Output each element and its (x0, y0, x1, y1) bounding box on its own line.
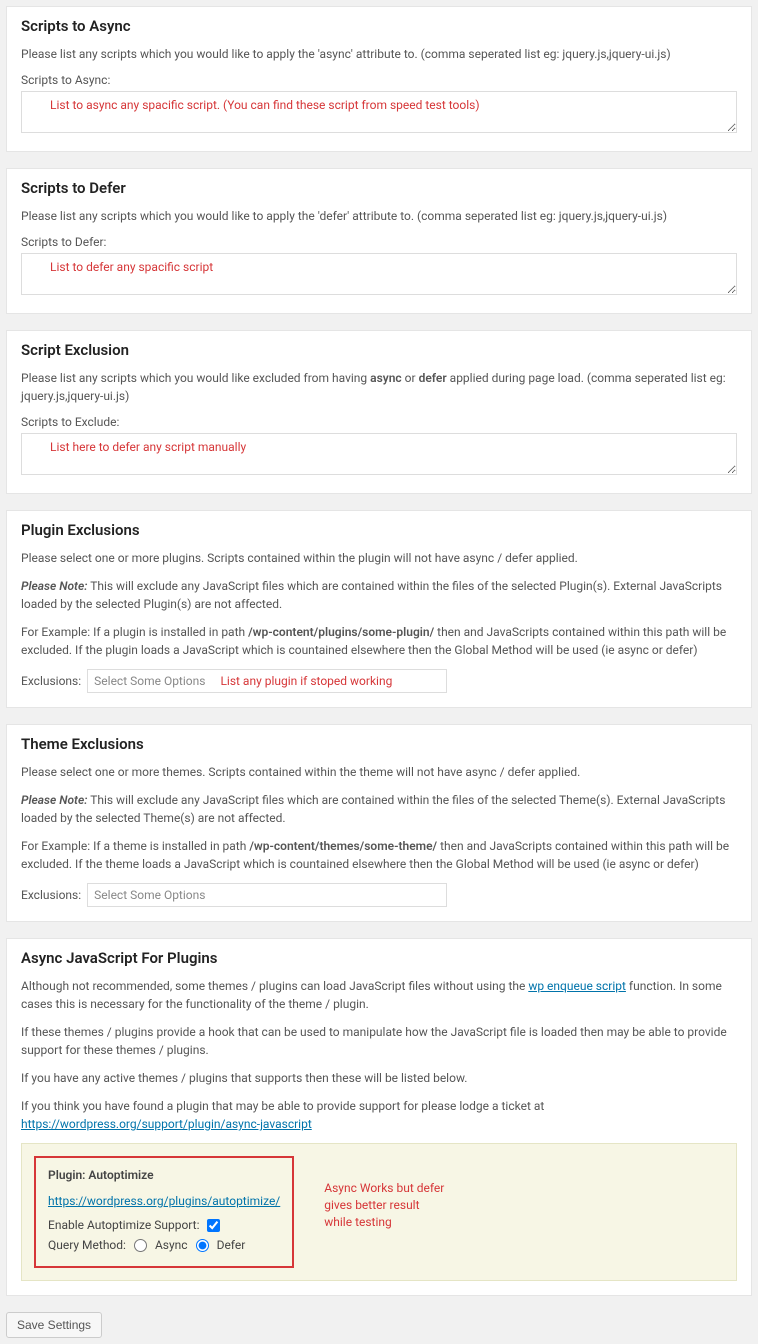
plugin-url-link[interactable]: https://wordpress.org/plugins/autoptimiz… (48, 1194, 280, 1208)
query-method-defer-label: Defer (217, 1238, 246, 1252)
plugin-name: Plugin: Autoptimize (48, 1166, 280, 1184)
theme-exclusions-title: Theme Exclusions (21, 735, 737, 753)
theme-exclusions-note: Please Note: This will exclude any JavaS… (21, 791, 737, 827)
plugin-exclusions-panel: Plugin Exclusions Please select one or m… (6, 510, 752, 708)
plugin-exclusions-example: For Example: If a plugin is installed in… (21, 623, 737, 659)
theme-exclusions-desc: Please select one or more themes. Script… (21, 763, 737, 781)
async-js-p2: If these themes / plugins provide a hook… (21, 1023, 737, 1059)
async-js-plugins-panel: Async JavaScript For Plugins Although no… (6, 938, 752, 1296)
query-method-async-label: Async (155, 1238, 188, 1252)
plugin-exclusions-label: Exclusions: (21, 674, 81, 688)
scripts-to-defer-panel: Scripts to Defer Please list any scripts… (6, 168, 752, 314)
plugin-autoptimize-inner: Plugin: Autoptimize https://wordpress.or… (34, 1156, 294, 1268)
query-method-defer-radio[interactable] (196, 1239, 209, 1252)
enable-support-label: Enable Autoptimize Support: (48, 1218, 199, 1232)
scripts-to-async-panel: Scripts to Async Please list any scripts… (6, 6, 752, 152)
async-js-p1: Although not recommended, some themes / … (21, 977, 737, 1013)
support-link[interactable]: https://wordpress.org/support/plugin/asy… (21, 1117, 312, 1131)
plugin-exclusions-desc: Please select one or more plugins. Scrip… (21, 549, 737, 567)
scripts-async-label: Scripts to Async: (21, 73, 737, 87)
plugin-exclusions-title: Plugin Exclusions (21, 521, 737, 539)
theme-exclusions-panel: Theme Exclusions Please select one or mo… (6, 724, 752, 922)
scripts-defer-desc: Please list any scripts which you would … (21, 207, 737, 225)
plugin-autoptimize-box: Plugin: Autoptimize https://wordpress.or… (21, 1143, 737, 1281)
query-method-row: Query Method: Async Defer (48, 1238, 280, 1252)
script-exclusion-panel: Script Exclusion Please list any scripts… (6, 330, 752, 494)
scripts-defer-textarea[interactable]: List to defer any spacific script (21, 253, 737, 295)
plugin-exclusions-note: Please Note: This will exclude any JavaS… (21, 577, 737, 613)
scripts-defer-label: Scripts to Defer: (21, 235, 737, 249)
async-js-plugins-title: Async JavaScript For Plugins (21, 949, 737, 967)
async-js-p4: If you think you have found a plugin tha… (21, 1097, 737, 1133)
query-method-label: Query Method: (48, 1238, 126, 1252)
scripts-async-textarea[interactable]: List to async any spacific script. (You … (21, 91, 737, 133)
theme-exclusions-label: Exclusions: (21, 888, 81, 902)
script-exclusion-desc: Please list any scripts which you would … (21, 369, 737, 405)
query-method-async-radio[interactable] (134, 1239, 147, 1252)
scripts-async-title: Scripts to Async (21, 17, 737, 35)
plugin-exclusions-select[interactable]: Select Some Options List any plugin if s… (87, 669, 447, 693)
scripts-exclude-textarea[interactable]: List here to defer any script manually (21, 433, 737, 475)
save-settings-button[interactable]: Save Settings (6, 1312, 102, 1338)
plugin-exclusions-row: Exclusions: Select Some Options List any… (21, 669, 737, 693)
script-exclusion-title: Script Exclusion (21, 341, 737, 359)
scripts-exclude-label: Scripts to Exclude: (21, 415, 737, 429)
enable-support-checkbox[interactable] (207, 1219, 220, 1232)
scripts-defer-title: Scripts to Defer (21, 179, 737, 197)
theme-exclusions-select[interactable]: Select Some Options (87, 883, 447, 907)
plugin-red-note: Async Works but defer gives better resul… (324, 1156, 444, 1230)
enable-support-row: Enable Autoptimize Support: (48, 1218, 280, 1232)
async-js-p3: If you have any active themes / plugins … (21, 1069, 737, 1087)
wp-enqueue-link[interactable]: wp enqueue script (528, 979, 626, 993)
theme-exclusions-example: For Example: If a theme is installed in … (21, 837, 737, 873)
scripts-async-desc: Please list any scripts which you would … (21, 45, 737, 63)
theme-exclusions-row: Exclusions: Select Some Options (21, 883, 737, 907)
